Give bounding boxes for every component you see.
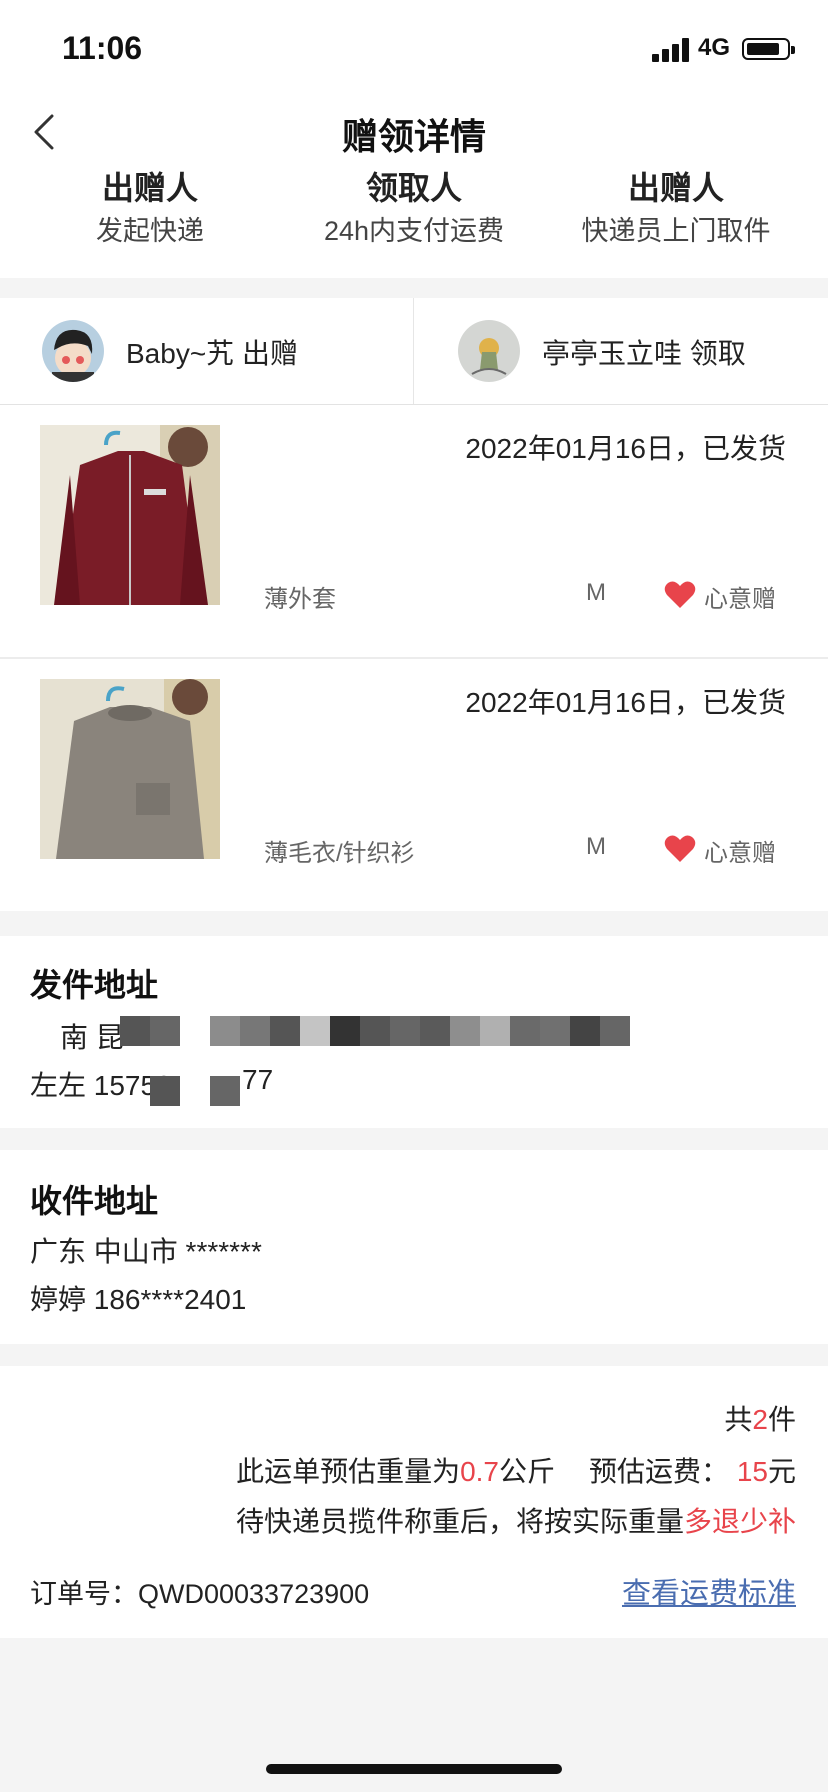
receive-contact-line: 婷婷 186****2401 (30, 1284, 247, 1315)
step-title: 出赠人 (101, 170, 198, 206)
step-desc: 快递员上门取件 (581, 216, 771, 246)
send-address-title: 发件地址 (30, 967, 159, 1003)
gift-item[interactable]: 2022年01月16日，已发货 薄毛衣/针织衫 M 心意赠 (0, 659, 828, 911)
fee-value: 15 (736, 1456, 768, 1487)
item-date: 2022年01月16日，已发货 (465, 687, 786, 718)
item-tag: 心意赠 (704, 586, 776, 613)
item-date: 2022年01月16日，已发货 (465, 433, 786, 464)
count-suffix: 件 (767, 1404, 796, 1435)
page-title: 赠领详情 (341, 116, 486, 157)
item-size: M (586, 833, 606, 860)
step-title: 领取人 (365, 170, 462, 206)
send-address-section: 发件地址 南 昆 左左 15758 77 (0, 936, 828, 1128)
battery-icon (742, 38, 795, 60)
status-bar: 11:06 4G (0, 0, 828, 90)
giver-avatar (42, 320, 104, 382)
item-photo-sweater (40, 679, 220, 859)
nav-header: 赠领详情 出赠人 发起快递 领取人 24h内支付运费 出赠人 快递员上门取件 (0, 90, 828, 278)
item-size: M (586, 579, 606, 606)
item-name: 薄毛衣/针织衫 (264, 840, 415, 867)
step-desc: 24h内支付运费 (323, 216, 505, 246)
note-text: 待快递员揽件称重后，将按实际重量 (235, 1506, 684, 1537)
receiver-name: 亭亭玉立哇 领取 (542, 338, 746, 369)
send-address-line: 南 昆 (60, 1022, 124, 1053)
heart-icon (664, 581, 696, 608)
signal-icon (652, 38, 692, 62)
step-giver-send: 出赠人 发起快递 (12, 168, 288, 248)
step-giver-pickup: 出赠人 快递员上门取件 (538, 168, 814, 248)
receive-address-line: 广东 中山市 ******* (30, 1236, 262, 1267)
status-time: 11:06 (62, 30, 143, 66)
step-desc: 发起快递 (96, 216, 204, 246)
order-value: QWD00033723900 (138, 1579, 370, 1609)
order-number: 订单号：QWD00033723900 (30, 1572, 369, 1611)
home-indicator (266, 1764, 562, 1774)
process-steps: 出赠人 发起快递 领取人 24h内支付运费 出赠人 快递员上门取件 (0, 168, 828, 268)
step-receiver-pay: 领取人 24h内支付运费 (276, 168, 552, 248)
weight-unit: 公斤 (499, 1456, 556, 1487)
item-photo-jacket (40, 425, 220, 605)
receiver-info[interactable]: 亭亭玉立哇 领取 (414, 298, 828, 404)
redacted-phone (150, 1076, 240, 1106)
fee-unit: 元 (767, 1456, 796, 1487)
shipping-summary: 共2件 此运单预估重量为0.7公斤 预估运费： 15元 待快递员揽件称重后，将按实… (0, 1366, 828, 1638)
receive-address-title: 收件地址 (30, 1183, 159, 1219)
receive-address-section: 收件地址 广东 中山市 ******* 婷婷 186****2401 (0, 1150, 828, 1344)
item-count: 共2件 (724, 1398, 796, 1438)
step-title: 出赠人 (627, 170, 724, 206)
giver-info[interactable]: Baby~艽 出赠 (0, 298, 414, 404)
weight-note: 待快递员揽件称重后，将按实际重量多退少补 (236, 1500, 796, 1540)
weight-label: 此运单预估重量为 (236, 1456, 461, 1487)
redacted-address (120, 1016, 630, 1046)
count-prefix: 共 (724, 1404, 753, 1435)
note-highlight: 多退少补 (683, 1506, 796, 1537)
weight-value: 0.7 (460, 1456, 500, 1487)
fee-label: 预估运费： (589, 1456, 730, 1487)
weight-fee-line: 此运单预估重量为0.7公斤 预估运费： 15元 (236, 1450, 796, 1490)
order-label: 订单号： (30, 1579, 138, 1609)
count-value: 2 (752, 1404, 768, 1435)
parties-row: Baby~艽 出赠 亭亭玉立哇 领取 (0, 298, 828, 405)
heart-icon (664, 835, 696, 862)
giver-name: Baby~艽 出赠 (126, 338, 298, 369)
gift-item[interactable]: 2022年01月16日，已发货 薄外套 M 心意赠 (0, 405, 828, 659)
network-label: 4G (698, 34, 731, 61)
item-tag: 心意赠 (704, 840, 776, 867)
view-shipping-rates-link[interactable]: 查看运费标准 (622, 1570, 796, 1612)
item-name: 薄外套 (264, 586, 336, 613)
receiver-avatar (458, 320, 520, 382)
send-contact-tail: 77 (242, 1064, 274, 1095)
